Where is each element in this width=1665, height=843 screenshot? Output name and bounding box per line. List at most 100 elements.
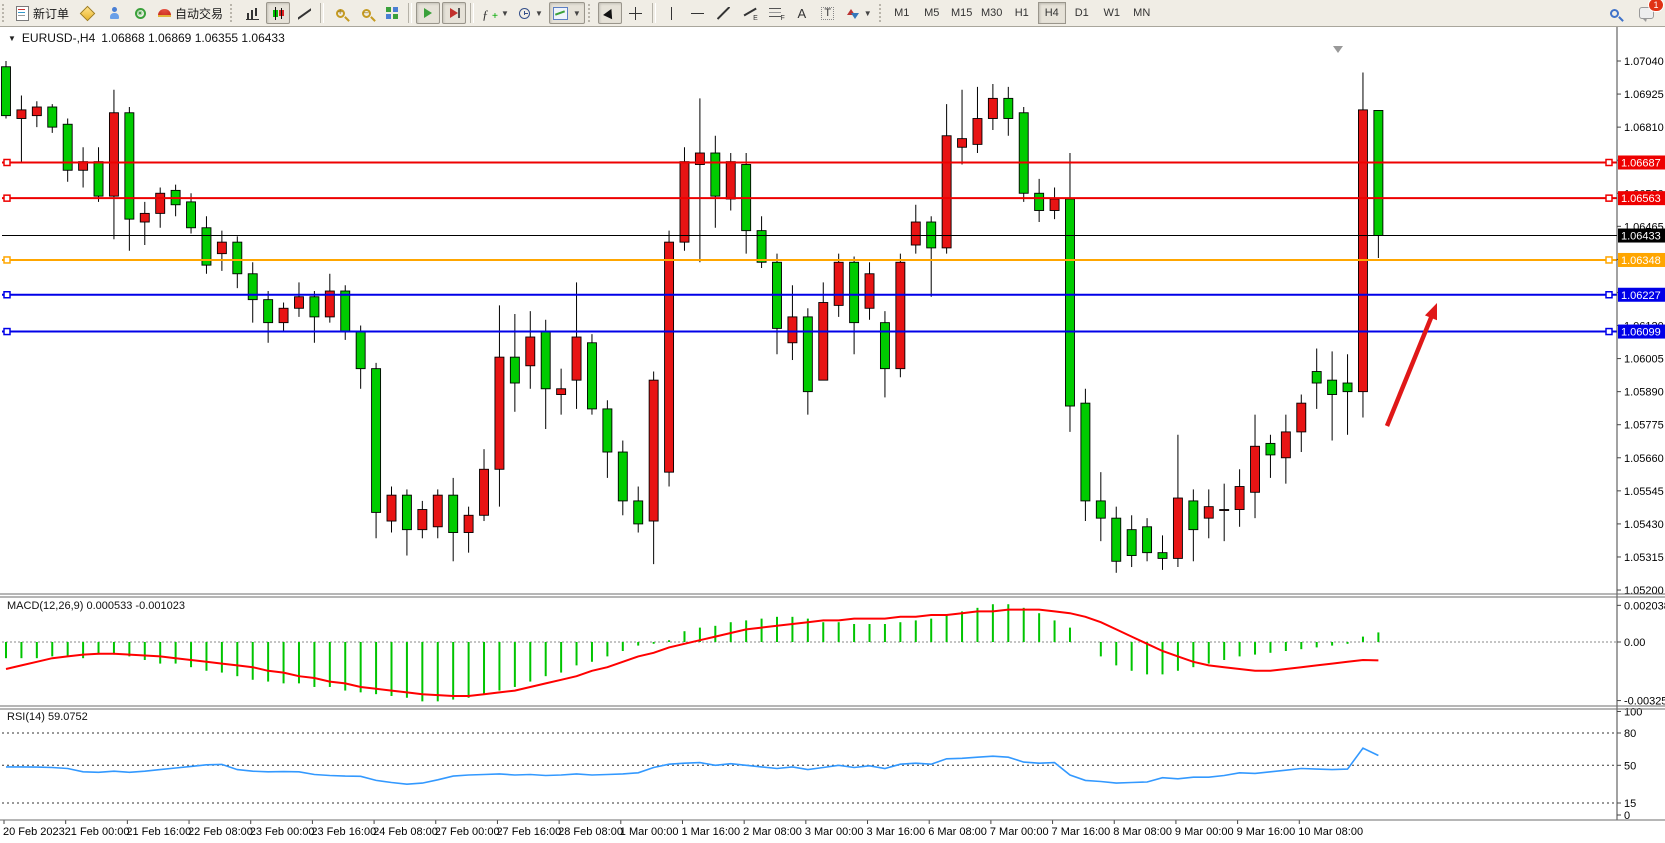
notifications-button[interactable]: 1 [1634, 2, 1658, 24]
bar-chart-icon [246, 7, 259, 20]
svg-text:8 Mar 08:00: 8 Mar 08:00 [1113, 826, 1172, 838]
price-badge-1.06348: 1.06348 [1618, 253, 1665, 267]
cursor-button[interactable] [598, 2, 622, 24]
timeframe-d1[interactable]: D1 [1068, 2, 1096, 24]
svg-text:27 Feb 00:00: 27 Feb 00:00 [435, 826, 500, 838]
svg-text:24 Feb 08:00: 24 Feb 08:00 [373, 826, 438, 838]
arrows-button[interactable]: ▼ [842, 2, 876, 24]
timeframe-m15[interactable]: M15 [948, 2, 976, 24]
svg-text:1.06227: 1.06227 [1621, 290, 1661, 302]
timeframe-mn[interactable]: MN [1128, 2, 1156, 24]
svg-text:2 Mar 08:00: 2 Mar 08:00 [743, 826, 802, 838]
svg-text:20 Feb 2023: 20 Feb 2023 [3, 826, 65, 838]
trendline-button[interactable] [712, 2, 736, 24]
svg-text:1.07040: 1.07040 [1624, 56, 1664, 68]
toolbar-grip[interactable] [2, 4, 9, 22]
svg-text:1.06563: 1.06563 [1621, 193, 1661, 205]
profiles-icon [80, 5, 96, 21]
timeframe-m30[interactable]: M30 [978, 2, 1006, 24]
toolbar-separator [470, 3, 474, 23]
timeframe-w1[interactable]: W1 [1098, 2, 1126, 24]
timeframe-m5[interactable]: M5 [918, 2, 946, 24]
svg-text:1 Mar 00:00: 1 Mar 00:00 [620, 826, 679, 838]
bar-chart-button[interactable] [240, 2, 264, 24]
text-label-button[interactable]: T [816, 2, 840, 24]
line-chart-icon [298, 7, 311, 20]
timeframe-h1[interactable]: H1 [1008, 2, 1036, 24]
svg-text:1.06005: 1.06005 [1624, 354, 1664, 366]
tile-windows-button[interactable] [380, 2, 404, 24]
data-window-button[interactable] [128, 2, 152, 24]
vertical-line-button[interactable] [660, 2, 684, 24]
channel-button[interactable] [738, 2, 762, 24]
zoom-out-icon [362, 9, 371, 18]
toolbar-separator [320, 3, 324, 23]
text-button[interactable]: A [790, 2, 814, 24]
chevron-down-icon: ▼ [501, 9, 509, 18]
toolbar-grip[interactable] [230, 4, 237, 22]
chevron-down-icon: ▼ [573, 9, 581, 18]
zoom-in-button[interactable] [328, 2, 352, 24]
chart-symbol-period: EURUSD-,H4 [22, 31, 95, 45]
chart-canvas[interactable]: 1.070401.069251.068101.066951.065801.064… [0, 27, 1665, 843]
tile-windows-icon [386, 7, 398, 19]
indicators-button[interactable]: ƒ▼ [478, 2, 513, 24]
svg-text:1.06433: 1.06433 [1621, 231, 1661, 243]
svg-text:1.05775: 1.05775 [1624, 420, 1664, 432]
svg-text:1.05660: 1.05660 [1624, 453, 1664, 465]
profiles-button[interactable] [75, 2, 100, 24]
toolbar-separator [408, 3, 412, 23]
templates-button[interactable]: ▼ [549, 2, 585, 24]
timeframe-group: M1M5M15M30H1H4D1W1MN [888, 2, 1156, 24]
macd-label: MACD(12,26,9) 0.000533 -0.001023 [7, 600, 185, 612]
auto-trading-label: 自动交易 [175, 5, 223, 22]
svg-text:6 Mar 08:00: 6 Mar 08:00 [928, 826, 987, 838]
toolbar-grip[interactable] [588, 4, 595, 22]
svg-text:0.00: 0.00 [1624, 637, 1645, 649]
svg-text:100: 100 [1624, 706, 1642, 718]
svg-text:80: 80 [1624, 728, 1636, 740]
auto-trading-button[interactable]: 自动交易 [154, 2, 227, 24]
mt4-application-window: 新订单 自动交易 ƒ▼ ▼ ▼ A T ▼ [0, 0, 1665, 843]
new-order-icon [16, 6, 29, 21]
chevron-down-icon: ▼ [535, 9, 543, 18]
chevron-down-icon: ▼ [864, 9, 872, 18]
clock-icon [519, 8, 530, 19]
svg-text:21 Feb 16:00: 21 Feb 16:00 [126, 826, 191, 838]
svg-text:27 Feb 16:00: 27 Feb 16:00 [496, 826, 561, 838]
zoom-out-button[interactable] [354, 2, 378, 24]
svg-text:1.05890: 1.05890 [1624, 387, 1664, 399]
auto-scroll-icon [424, 8, 432, 18]
rsi-label: RSI(14) 59.0752 [7, 711, 88, 723]
svg-text:3 Mar 00:00: 3 Mar 00:00 [805, 826, 864, 838]
svg-text:23 Feb 00:00: 23 Feb 00:00 [250, 826, 315, 838]
chart-shift-button[interactable] [442, 2, 466, 24]
svg-text:1.06925: 1.06925 [1624, 89, 1664, 101]
market-watch-icon [109, 7, 120, 19]
fibonacci-button[interactable] [764, 2, 788, 24]
crosshair-icon [629, 7, 642, 20]
text-icon: A [797, 7, 806, 20]
svg-text:9 Mar 16:00: 9 Mar 16:00 [1237, 826, 1296, 838]
zoom-in-icon [336, 9, 345, 18]
auto-scroll-button[interactable] [416, 2, 440, 24]
svg-text:9 Mar 00:00: 9 Mar 00:00 [1175, 826, 1234, 838]
price-badge-1.06563: 1.06563 [1618, 191, 1665, 205]
template-icon [553, 7, 568, 20]
timeframe-m1[interactable]: M1 [888, 2, 916, 24]
search-button[interactable] [1602, 2, 1626, 24]
svg-text:7 Mar 16:00: 7 Mar 16:00 [1052, 826, 1111, 838]
new-order-button[interactable]: 新订单 [12, 2, 73, 24]
market-watch-button[interactable] [102, 2, 126, 24]
timeframe-h4[interactable]: H4 [1038, 2, 1066, 24]
trendline-icon [717, 7, 730, 20]
candlestick-chart-button[interactable] [266, 2, 290, 24]
line-chart-button[interactable] [292, 2, 316, 24]
periods-button[interactable]: ▼ [515, 2, 547, 24]
one-click-collapse-icon[interactable]: ▼ [8, 34, 16, 43]
notification-badge: 1 [1648, 0, 1664, 12]
horizontal-line-button[interactable] [686, 2, 710, 24]
svg-text:23 Feb 16:00: 23 Feb 16:00 [311, 826, 376, 838]
crosshair-button[interactable] [624, 2, 648, 24]
toolbar-grip[interactable] [879, 4, 886, 22]
